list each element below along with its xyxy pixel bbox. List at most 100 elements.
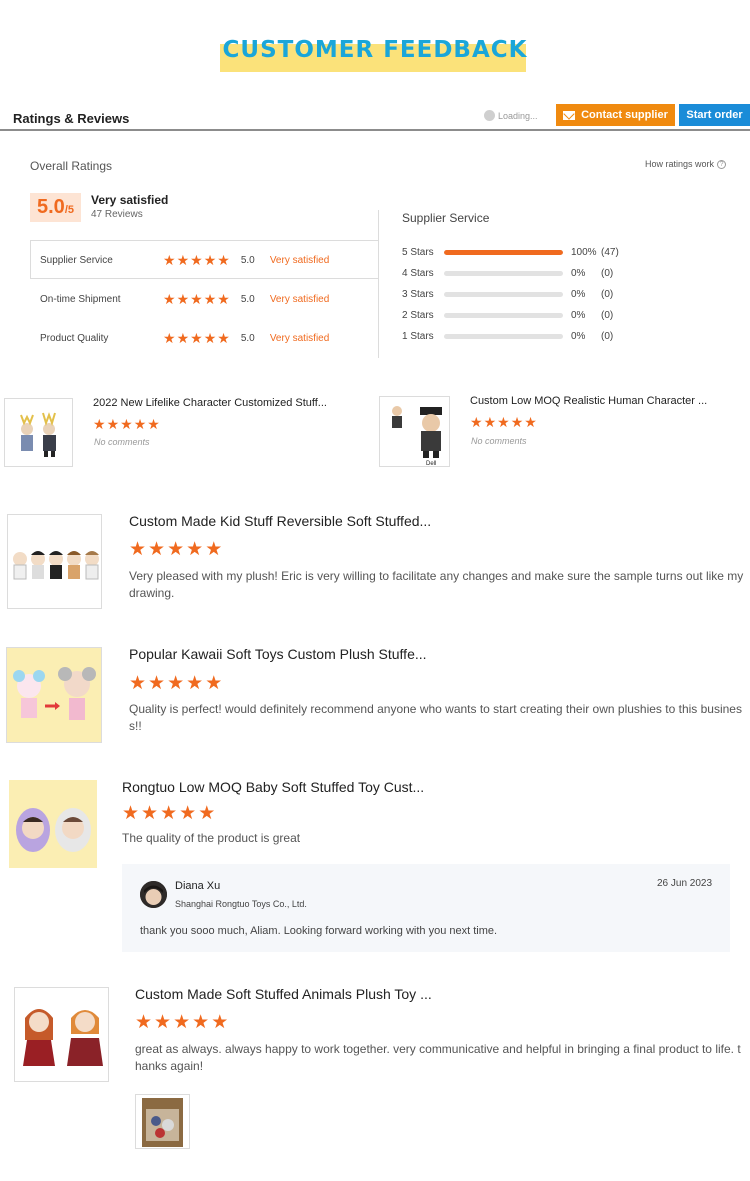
review-text: great as always. always happy to work to… — [135, 1042, 741, 1073]
review-stars: ★ ★ ★ ★ ★ — [135, 1013, 228, 1032]
review-stars: ★ ★ ★ ★ ★ — [129, 674, 222, 693]
review-title[interactable]: Custom Made Kid Stuff Reversible Soft St… — [129, 513, 431, 529]
review-image[interactable] — [6, 647, 102, 743]
category-satisfaction: Very satisfied — [269, 332, 330, 344]
loading-text: Loading... — [498, 110, 538, 121]
review-image[interactable] — [7, 514, 102, 609]
overall-ratings-label: Overall Ratings — [30, 159, 113, 173]
category-name: On-time Shipment — [40, 293, 121, 305]
star-icon: ★ — [173, 1012, 191, 1033]
loading-spinner-icon — [484, 110, 495, 121]
star-icon: ★ — [203, 291, 217, 307]
category-name: Supplier Service — [40, 254, 113, 266]
star-icon: ★ — [120, 416, 133, 432]
star-icon: ★ — [198, 803, 216, 824]
distribution-pct: 0% — [571, 288, 586, 300]
reply-date: 26 Jun 2023 — [657, 878, 713, 889]
category-value: 5.0 — [240, 293, 255, 305]
distribution-count: (47) — [601, 246, 619, 258]
distribution-row: 4 Stars 0% (0) — [402, 267, 631, 279]
star-icon: ★ — [129, 539, 147, 560]
star-icon: ★ — [163, 252, 176, 268]
star-icon: ★ — [470, 414, 483, 430]
star-icon: ★ — [93, 416, 106, 432]
avatar — [140, 881, 167, 908]
how-ratings-work-link[interactable]: How ratings work ? — [645, 159, 727, 169]
dell-label: Dell — [426, 461, 436, 467]
star-icon: ★ — [133, 416, 147, 432]
product-stars: ★ ★ ★ ★ ★ — [470, 415, 537, 429]
star-icon: ★ — [186, 539, 204, 560]
distribution-count: (0) — [601, 288, 614, 300]
review-photo-thumbnail[interactable] — [135, 1094, 190, 1149]
review-title[interactable]: Popular Kawaii Soft Toys Custom Plush St… — [129, 646, 427, 662]
distribution-count: (0) — [601, 267, 614, 279]
mail-icon — [563, 110, 576, 120]
distribution-bar-fill — [444, 249, 563, 255]
overall-score-value: 5.0 — [37, 196, 65, 218]
review-image[interactable] — [14, 987, 109, 1082]
product-image[interactable]: Dell — [379, 396, 450, 467]
start-order-button[interactable]: Start order — [679, 104, 750, 126]
category-value: 5.0 — [240, 254, 255, 266]
plush-group-icon — [8, 515, 101, 608]
star-icon: ★ — [190, 330, 203, 346]
distribution-count: (0) — [601, 309, 614, 321]
star-icon: ★ — [176, 291, 190, 307]
star-icon: ★ — [176, 330, 190, 346]
star-icon: ★ — [192, 1012, 210, 1033]
star-icon: ★ — [167, 673, 185, 694]
star-icon: ★ — [141, 803, 159, 824]
contact-supplier-label: Contact supplier — [581, 109, 668, 121]
distribution-bar — [444, 333, 563, 339]
star-icon: ★ — [129, 673, 147, 694]
product-title[interactable]: 2022 New Lifelike Character Customized S… — [93, 397, 327, 409]
product-comment: No comments — [94, 437, 150, 447]
avatar-icon — [140, 881, 167, 908]
distribution-bar — [444, 249, 563, 255]
plush-policeman-icon: Dell — [380, 397, 449, 467]
distribution-bar — [444, 291, 563, 297]
star-icon: ★ — [190, 252, 203, 268]
star-icon: ★ — [160, 803, 178, 824]
distribution-bar — [444, 270, 563, 276]
star-icon: ★ — [217, 252, 230, 268]
review-text: The quality of the product is great — [122, 831, 301, 845]
plush-figure-icon — [5, 399, 72, 466]
distribution-pct: 0% — [571, 330, 586, 342]
category-stars: ★ ★ ★ ★ ★ — [163, 292, 230, 306]
star-icon: ★ — [203, 330, 217, 346]
star-icon: ★ — [211, 1012, 229, 1033]
star-icon: ★ — [205, 539, 223, 560]
distribution-pct: 0% — [571, 309, 586, 321]
distribution-row: 5 Stars 100% (47) — [402, 246, 631, 258]
category-value: 5.0 — [240, 332, 255, 344]
review-title[interactable]: Custom Made Soft Stuffed Animals Plush T… — [135, 986, 432, 1002]
product-comment: No comments — [471, 436, 527, 446]
banner-title: CUSTOMER FEEDBACK — [222, 37, 528, 63]
distribution-row: 2 Stars 0% (0) — [402, 309, 631, 321]
contact-supplier-button[interactable]: Contact supplier — [556, 104, 675, 126]
review-title[interactable]: Rongtuo Low MOQ Baby Soft Stuffed Toy Cu… — [122, 779, 424, 795]
category-row-on-time-shipment: On-time Shipment ★ ★ ★ ★ ★ 5.0 Very satisfie… — [40, 291, 329, 307]
supplier-reply: Diana Xu Shanghai Rongtuo Toys Co., Ltd.… — [122, 864, 730, 952]
review-text: Quality is perfect! would definitely rec… — [129, 702, 742, 733]
category-row-supplier-service: Supplier Service ★ ★ ★ ★ ★ 5.0 Very satisfie… — [40, 252, 329, 268]
star-icon: ★ — [147, 416, 160, 432]
star-icon: ★ — [135, 1012, 153, 1033]
review-image[interactable] — [9, 780, 97, 868]
product-stars: ★ ★ ★ ★ ★ — [93, 417, 160, 431]
star-icon: ★ — [163, 330, 176, 346]
star-icon: ★ — [179, 803, 197, 824]
distribution-label: 5 Stars — [402, 246, 434, 258]
distribution-count: (0) — [601, 330, 614, 342]
star-icon: ★ — [510, 414, 524, 430]
product-title[interactable]: Custom Low MOQ Realistic Human Character… — [470, 395, 707, 407]
star-icon: ★ — [217, 291, 230, 307]
package-photo-icon — [136, 1095, 189, 1148]
plush-characters-icon — [15, 988, 108, 1081]
baby-plush-icon — [9, 780, 97, 868]
star-icon: ★ — [497, 414, 510, 430]
review-stars: ★ ★ ★ ★ ★ — [129, 540, 222, 559]
product-image[interactable] — [4, 398, 73, 467]
